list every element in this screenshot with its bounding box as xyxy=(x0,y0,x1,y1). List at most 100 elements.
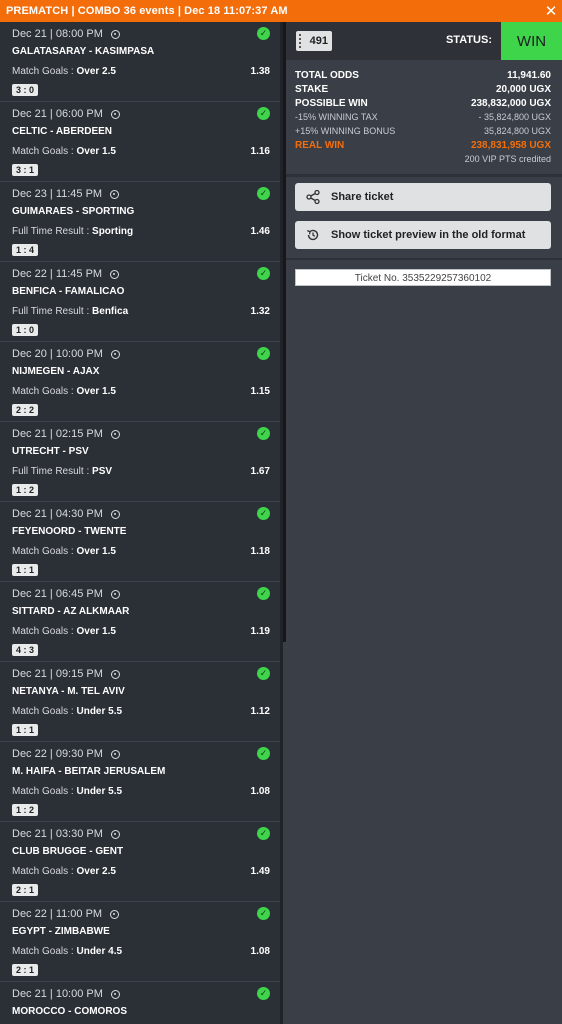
event-odd: 1.18 xyxy=(250,546,270,557)
event-datetime-text: Dec 22 | 11:45 PM xyxy=(12,268,103,280)
event-datetime: Dec 21 | 10:00 PM xyxy=(12,986,272,1002)
event-market: Match Goals xyxy=(12,66,69,77)
share-ticket-button[interactable]: Share ticket xyxy=(295,183,551,211)
event-datetime-text: Dec 21 | 02:15 PM xyxy=(12,428,103,440)
event-datetime: Dec 21 | 03:30 PM xyxy=(12,826,272,842)
won-check-icon: ✓ xyxy=(257,667,270,680)
event-bet: Match Goals : Under 5.5 1.12 xyxy=(12,706,272,720)
odds-summary: TOTAL ODDS 11,941.60 STAKE 20,000 UGX PO… xyxy=(295,68,551,165)
real-win-value: 238,831,958 UGX xyxy=(470,139,551,151)
event-datetime: Dec 22 | 11:45 PM xyxy=(12,266,272,282)
event-bet: Match Goals : Over 1.5 1.19 xyxy=(12,626,272,640)
event-row: Dec 22 | 09:30 PM ✓ M. HAIFA - BEITAR JERU… xyxy=(0,742,280,822)
event-market: Full Time Result xyxy=(12,306,84,317)
event-datetime-text: Dec 21 | 09:15 PM xyxy=(12,668,103,680)
event-teams: CELTIC - ABERDEEN xyxy=(12,126,112,137)
event-datetime: Dec 21 | 04:30 PM xyxy=(12,506,272,522)
event-row: Dec 21 | 06:45 PM ✓ SITTARD - AZ ALKMAAR Ma… xyxy=(0,582,280,662)
ticket-number: Ticket No. 3535229257360102 xyxy=(295,269,551,286)
event-market: Match Goals xyxy=(12,946,69,957)
event-row: Dec 21 | 04:30 PM ✓ FEYENOORD - TWENTE Matc… xyxy=(0,502,280,582)
event-selection: PSV xyxy=(92,466,113,477)
divider xyxy=(286,258,562,260)
soccer-ball-icon xyxy=(110,989,120,999)
bonus-row: +15% WINNING BONUS 35,824,800 UGX xyxy=(295,124,551,138)
soccer-ball-icon xyxy=(110,589,120,599)
stake-row: STAKE 20,000 UGX xyxy=(295,82,551,96)
event-pick: Match Goals : Under 5.5 xyxy=(12,786,123,797)
event-pick: Match Goals : Over 1.5 xyxy=(12,546,116,557)
old-format-preview-button[interactable]: Show ticket preview in the old format xyxy=(295,221,551,249)
event-odd: 1.46 xyxy=(250,226,270,237)
event-datetime: Dec 23 | 11:45 PM xyxy=(12,186,272,202)
event-pick: Match Goals : Over 1.5 xyxy=(12,146,116,157)
close-icon[interactable]: ✕ xyxy=(540,0,562,22)
event-bet: Match Goals : Over 1.5 1.15 xyxy=(12,386,272,400)
soccer-ball-icon xyxy=(110,269,120,279)
event-odd: 1.38 xyxy=(250,66,270,77)
event-score: 1 : 1 xyxy=(12,724,39,736)
event-pick: Full Time Result : PSV xyxy=(12,466,113,477)
event-row: Dec 21 | 06:00 PM ✓ CELTIC - ABERDEEN Match… xyxy=(0,102,280,182)
won-check-icon: ✓ xyxy=(257,987,270,1000)
status-row: 491 STATUS: WIN xyxy=(286,22,562,60)
divider xyxy=(286,174,562,177)
event-pick: Match Goals : Under 4.5 xyxy=(12,946,123,957)
event-score: 2 : 1 xyxy=(12,964,39,976)
event-score: 1 : 2 xyxy=(12,804,39,816)
event-bet: Match Goals : Over 1.5 1.18 xyxy=(12,546,272,560)
events-list[interactable]: Dec 21 | 08:00 PM ✓ GALATASARAY - KASIMPAS… xyxy=(0,22,283,1024)
event-selection: Under 5.5 xyxy=(76,706,123,717)
won-check-icon: ✓ xyxy=(257,187,270,200)
event-bet: Full Time Result : Benfica 1.32 xyxy=(12,306,272,320)
stake-value: 20,000 UGX xyxy=(495,83,551,95)
event-pick: Match Goals : Over 1.5 xyxy=(12,386,116,397)
status-label: STATUS: xyxy=(445,34,492,46)
event-row: Dec 21 | 02:15 PM ✓ UTRECHT - PSV Full Time… xyxy=(0,422,280,502)
event-row: Dec 22 | 11:45 PM ✓ BENFICA - FAMALICAO Ful… xyxy=(0,262,280,342)
ticket-icon: 491 xyxy=(296,31,332,51)
event-datetime-text: Dec 21 | 06:00 PM xyxy=(12,108,103,120)
event-datetime-text: Dec 20 | 10:00 PM xyxy=(12,348,103,360)
event-datetime: Dec 21 | 02:15 PM xyxy=(12,426,272,442)
event-teams: SITTARD - AZ ALKMAAR xyxy=(12,606,130,617)
event-score: 3 : 1 xyxy=(12,164,39,176)
event-pick: Match Goals : Over 1.5 xyxy=(12,626,116,637)
vip-points: 200 VIP PTS credited xyxy=(464,154,551,164)
event-teams: M. HAIFA - BEITAR JERUSALEM xyxy=(12,766,166,777)
event-datetime-text: Dec 21 | 08:00 PM xyxy=(12,28,103,40)
ticket-title: PREMATCH | COMBO 36 events | Dec 18 11:0… xyxy=(6,5,288,17)
tax-label: -15% WINNING TAX xyxy=(295,112,378,122)
event-score: 1 : 2 xyxy=(12,484,39,496)
event-row: Dec 20 | 10:00 PM ✓ NIJMEGEN - AJAX Match G… xyxy=(0,342,280,422)
event-teams: CLUB BRUGGE - GENT xyxy=(12,846,124,857)
event-datetime-text: Dec 21 | 06:45 PM xyxy=(12,588,103,600)
event-teams: FEYENOORD - TWENTE xyxy=(12,526,127,537)
event-bet: Match Goals : Over 1.5 1.16 xyxy=(12,146,272,160)
status-badge: WIN xyxy=(501,22,562,60)
event-odd: 1.19 xyxy=(250,626,270,637)
won-check-icon: ✓ xyxy=(257,347,270,360)
event-pick: Match Goals : Over 2.5 xyxy=(12,866,116,877)
event-market: Match Goals xyxy=(12,146,69,157)
event-odd: 1.15 xyxy=(250,386,270,397)
event-teams: UTRECHT - PSV xyxy=(12,446,89,457)
event-row: Dec 21 | 03:30 PM ✓ CLUB BRUGGE - GENT Matc… xyxy=(0,822,280,902)
event-market: Match Goals xyxy=(12,866,69,877)
event-row: Dec 23 | 11:45 PM ✓ GUIMARAES - SPORTING Fu… xyxy=(0,182,280,262)
event-datetime-text: Dec 21 | 10:00 PM xyxy=(12,988,103,1000)
won-check-icon: ✓ xyxy=(257,747,270,760)
stake-label: STAKE xyxy=(295,83,329,95)
event-teams: GALATASARAY - KASIMPASA xyxy=(12,46,155,57)
event-teams: NIJMEGEN - AJAX xyxy=(12,366,100,377)
event-market: Full Time Result xyxy=(12,226,84,237)
event-selection: Over 1.5 xyxy=(76,546,116,557)
won-check-icon: ✓ xyxy=(257,267,270,280)
old-format-preview-label: Show ticket preview in the old format xyxy=(331,229,526,241)
real-win-label: REAL WIN xyxy=(295,139,345,151)
event-teams: MOROCCO - COMOROS xyxy=(12,1006,127,1017)
soccer-ball-icon xyxy=(110,29,120,39)
soccer-ball-icon xyxy=(110,829,120,839)
won-check-icon: ✓ xyxy=(257,507,270,520)
soccer-ball-icon xyxy=(110,509,120,519)
